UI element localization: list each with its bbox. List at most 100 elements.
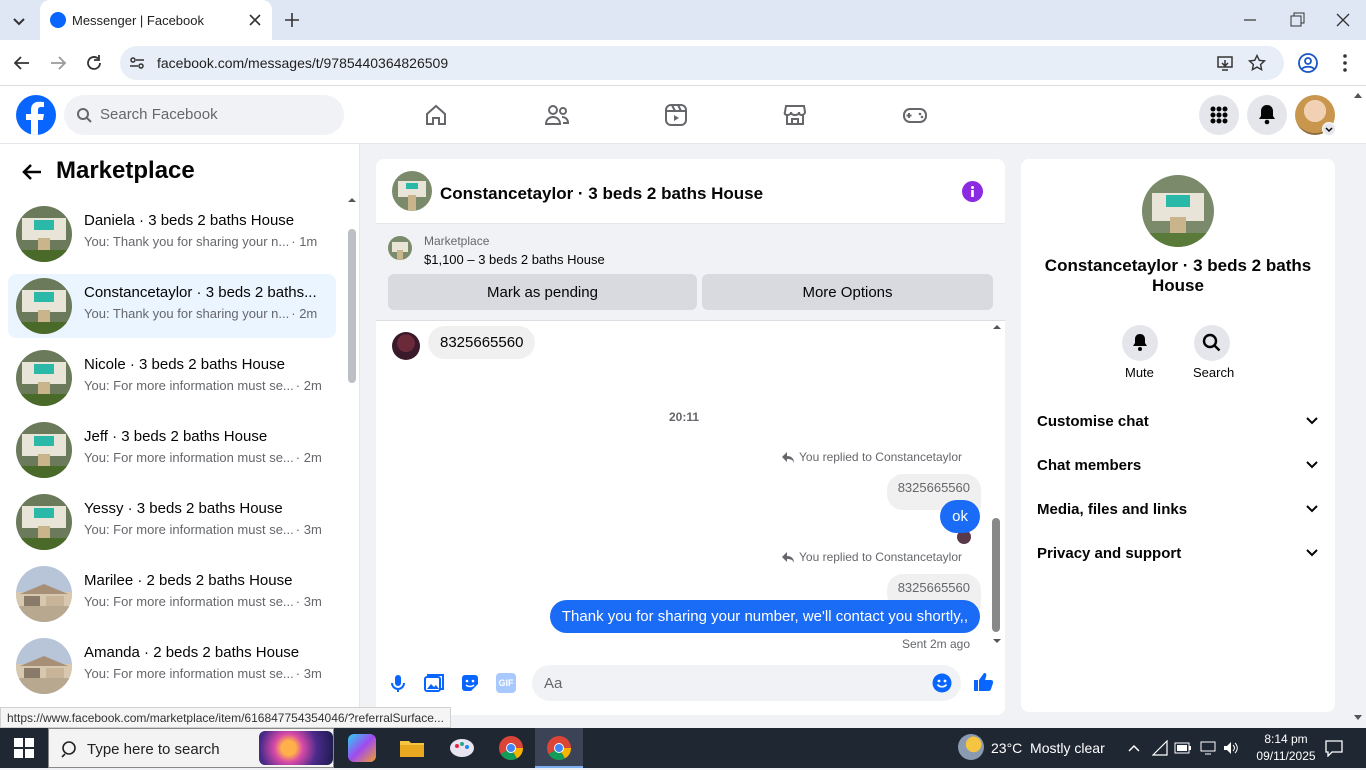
chat-list-item[interactable]: Daniela · 3 beds 2 baths House You: Thank…	[8, 202, 336, 266]
incoming-message[interactable]: 8325665560	[428, 326, 536, 359]
restore-button[interactable]	[1287, 10, 1307, 30]
info-icon[interactable]	[962, 181, 983, 202]
install-app-icon[interactable]	[1216, 54, 1234, 72]
active-app-highlight[interactable]	[535, 728, 583, 768]
battery-icon[interactable]	[1174, 741, 1192, 755]
search-placeholder: Search Facebook	[100, 106, 218, 123]
tab-list-button[interactable]	[8, 10, 30, 32]
outgoing-message[interactable]: ok	[940, 500, 980, 533]
scroll-down-icon[interactable]	[989, 635, 1005, 647]
taskbar-search-box[interactable]: Type here to search	[48, 728, 334, 768]
more-options-button[interactable]: More Options	[702, 274, 993, 310]
gif-icon[interactable]: GIF	[496, 673, 516, 693]
browser-tab-active[interactable]: Messenger | Facebook	[40, 0, 272, 40]
network-icon[interactable]	[1152, 740, 1168, 756]
friends-nav-icon[interactable]	[544, 103, 570, 127]
facebook-header: Search Facebook	[0, 86, 1366, 144]
menu-grid-button[interactable]	[1199, 95, 1239, 135]
chat-thumbnail	[16, 494, 72, 550]
chat-list-item[interactable]: Yessy · 3 beds 2 baths House You: For mor…	[8, 490, 336, 554]
microphone-icon[interactable]	[388, 673, 408, 693]
outgoing-message[interactable]: Thank you for sharing your number, we'll…	[549, 600, 980, 633]
listing-title[interactable]: $1,100 – 3 beds 2 baths House	[424, 252, 605, 267]
privacy-support-section[interactable]: Privacy and support	[1037, 535, 1319, 571]
chat-name: Jeff · 3 beds 2 baths House	[84, 428, 268, 445]
info-name: Constancetaylor · 3 beds 2 baths House	[1044, 256, 1312, 295]
chat-time: · 3m	[295, 522, 322, 537]
clock-time[interactable]: 8:14 pm	[1257, 732, 1315, 746]
mark-as-pending-button[interactable]: Mark as pending	[388, 274, 697, 310]
back-arrow-icon[interactable]	[20, 160, 44, 184]
chat-list-item[interactable]: Nicole · 3 beds 2 baths House You: For mo…	[8, 346, 336, 410]
media-files-links-section[interactable]: Media, files and links	[1037, 491, 1319, 527]
start-button[interactable]	[14, 738, 34, 758]
message-scrollbar[interactable]	[989, 321, 1005, 651]
scroll-up-icon[interactable]	[344, 194, 360, 206]
reply-indicator: You replied to Constancetaylor	[781, 450, 962, 464]
chat-preview: You: For more information must se... · 2m	[84, 378, 324, 393]
close-window-button[interactable]	[1333, 10, 1353, 30]
weather-icon[interactable]	[958, 734, 984, 760]
account-chevron-icon[interactable]	[1322, 122, 1336, 136]
scrollbar-thumb[interactable]	[348, 229, 356, 383]
close-tab-icon[interactable]	[246, 11, 264, 29]
file-explorer-icon[interactable]	[398, 734, 426, 762]
notification-center-icon[interactable]	[1324, 739, 1344, 757]
emoji-icon[interactable]	[932, 673, 952, 693]
weather-text[interactable]: 23°C Mostly clear	[991, 740, 1105, 756]
customise-chat-section[interactable]: Customise chat	[1037, 403, 1319, 439]
facebook-logo-icon[interactable]	[16, 95, 56, 135]
show-hidden-icons-chevron-icon[interactable]	[1127, 741, 1141, 755]
gaming-nav-icon[interactable]	[902, 103, 928, 127]
site-info-icon[interactable]	[128, 54, 146, 72]
chat-list-item[interactable]: Marilee · 2 beds 2 baths House You: For m…	[8, 562, 336, 626]
page-scroll-up-icon[interactable]	[1351, 90, 1365, 100]
reload-icon[interactable]	[84, 53, 104, 73]
listing-thumbnail[interactable]	[388, 236, 412, 260]
chrome-icon[interactable]	[497, 734, 525, 762]
back-icon[interactable]	[12, 53, 32, 73]
url-field[interactable]: facebook.com/messages/t/9785440364826509	[120, 46, 1284, 80]
photo-icon[interactable]	[424, 673, 444, 693]
chat-preview-text: You: For more information must se...	[84, 594, 294, 609]
profile-icon[interactable]	[1297, 52, 1319, 74]
clock-date[interactable]: 09/11/2025	[1253, 749, 1319, 763]
chat-list-item[interactable]: Amanda · 2 beds 2 baths House You: For mo…	[8, 634, 336, 698]
chat-list-item[interactable]: Constancetaylor · 3 beds 2 baths... You: …	[8, 274, 336, 338]
marketplace-nav-icon[interactable]	[783, 103, 807, 127]
copilot-icon[interactable]	[348, 734, 376, 762]
plus-icon	[285, 13, 299, 27]
sender-avatar	[392, 332, 420, 360]
device-icon[interactable]	[1200, 741, 1216, 755]
conversation-title[interactable]: Constancetaylor · 3 beds 2 baths House	[440, 184, 763, 204]
scrollbar-track[interactable]	[344, 194, 360, 728]
video-nav-icon[interactable]	[664, 103, 688, 127]
chat-list-item[interactable]: Jeff · 3 beds 2 baths House You: For more…	[8, 418, 336, 482]
new-tab-button[interactable]	[282, 10, 302, 30]
sticker-icon[interactable]	[460, 673, 480, 693]
scroll-up-icon[interactable]	[989, 321, 1005, 333]
browser-menu-icon[interactable]	[1335, 52, 1355, 74]
chevron-down-icon	[1306, 505, 1318, 513]
home-nav-icon[interactable]	[424, 103, 448, 127]
bookmark-star-icon[interactable]	[1248, 54, 1266, 72]
search-conversation-button[interactable]	[1194, 325, 1230, 361]
volume-icon[interactable]	[1222, 740, 1240, 756]
reply-indicator: You replied to Constancetaylor	[781, 550, 962, 564]
info-thumbnail[interactable]	[1142, 175, 1214, 247]
like-thumbs-up-icon[interactable]	[972, 671, 994, 693]
chat-members-section[interactable]: Chat members	[1037, 447, 1319, 483]
conversation-thumbnail[interactable]	[392, 171, 432, 211]
notifications-button[interactable]	[1247, 95, 1287, 135]
facebook-search-input[interactable]: Search Facebook	[64, 95, 344, 135]
chat-name: Yessy · 3 beds 2 baths House	[84, 500, 283, 517]
page-scroll-down-icon[interactable]	[1351, 713, 1365, 723]
scrollbar-thumb[interactable]	[992, 518, 1000, 632]
message-input[interactable]: Aa	[532, 665, 961, 701]
chat-thumbnail	[16, 638, 72, 694]
message-input-placeholder: Aa	[544, 675, 563, 692]
paint-app-icon[interactable]	[448, 734, 476, 762]
forward-icon[interactable]	[48, 53, 68, 73]
minimize-button[interactable]	[1240, 10, 1260, 30]
mute-button[interactable]	[1122, 325, 1158, 361]
